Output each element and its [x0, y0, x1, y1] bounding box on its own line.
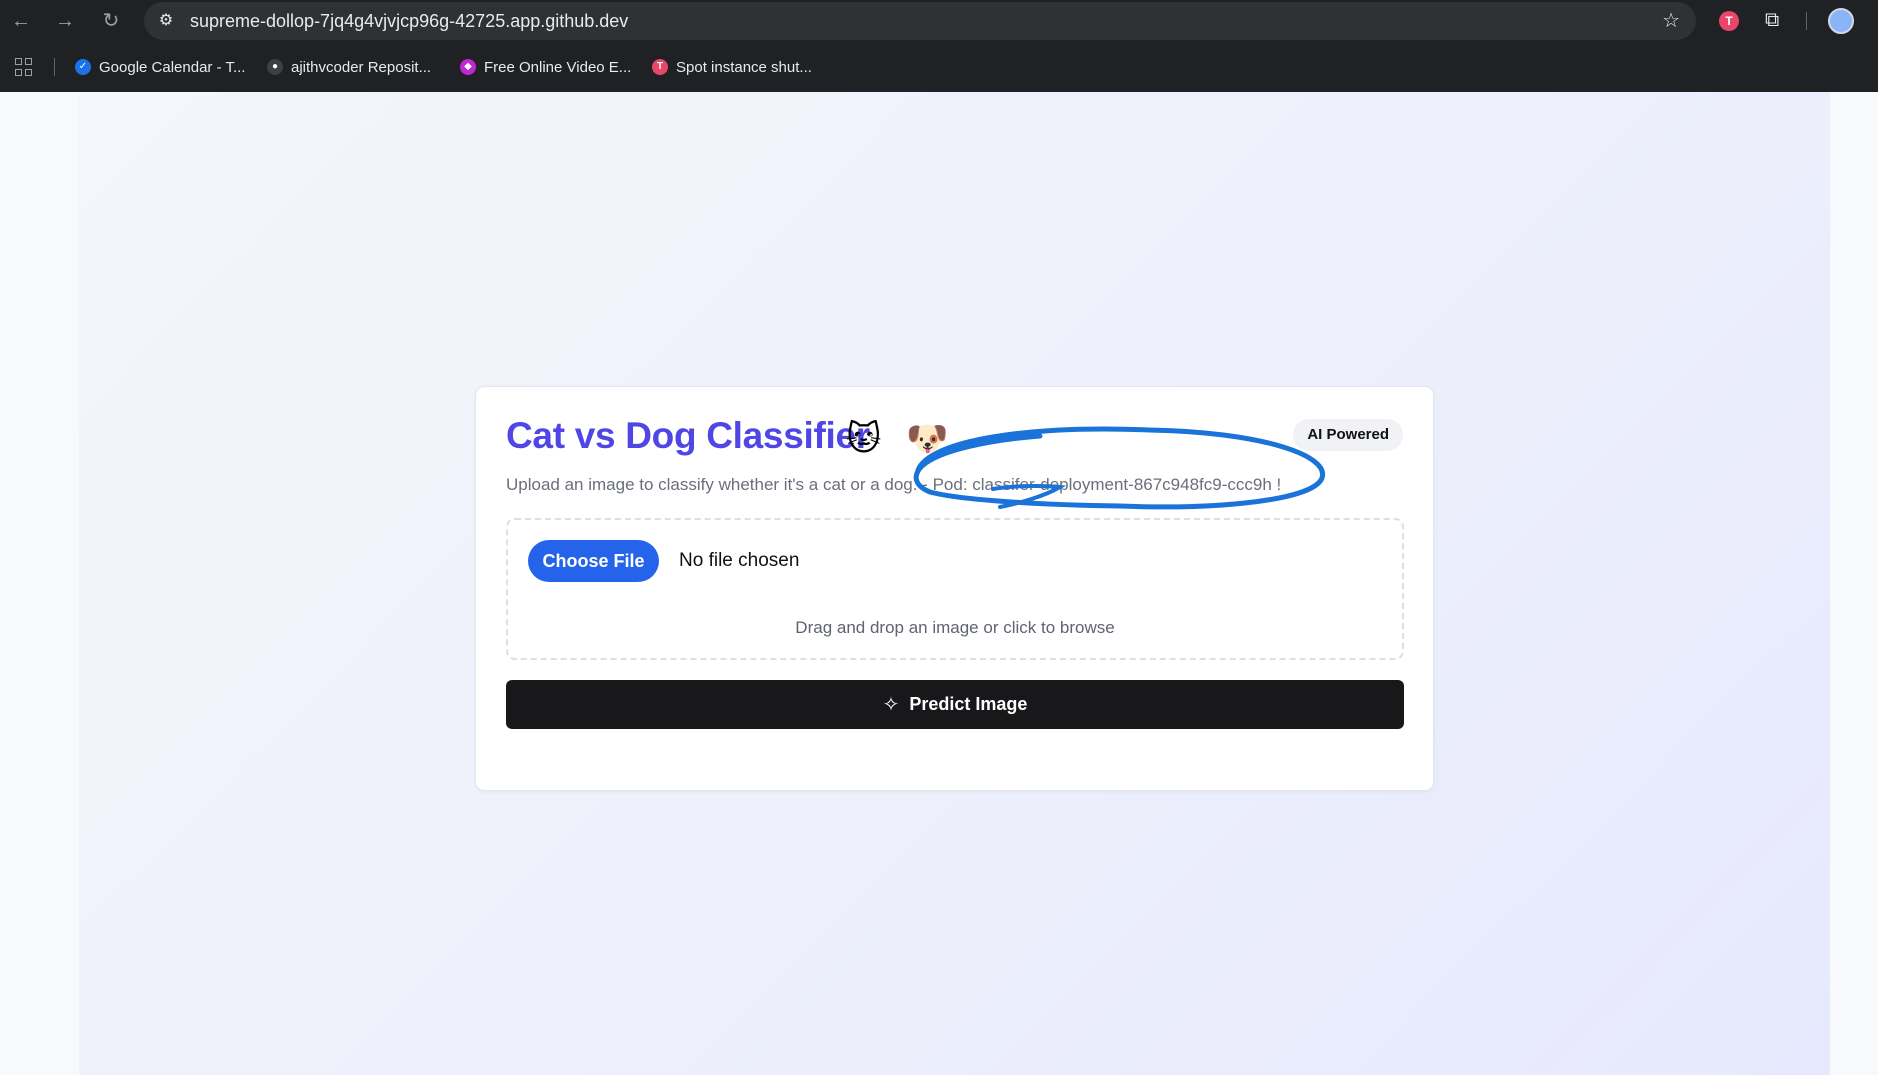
extension-t-icon[interactable]: T — [1719, 11, 1739, 31]
extensions-puzzle-icon[interactable]: ⧉ — [1765, 9, 1779, 31]
page-viewport: Cat vs Dog Classifier 🐱 🐶 AI Powered Upl… — [0, 92, 1878, 1075]
apps-grid-icon[interactable] — [15, 58, 33, 76]
bookmark-star-icon[interactable]: ☆ — [1662, 10, 1680, 32]
sparkle-icon: ✧ — [882, 693, 900, 716]
page-title: Cat vs Dog Classifier — [506, 415, 870, 456]
bookmarks-bar: ✓ Google Calendar - T... ● ajithvcoder R… — [0, 42, 1878, 92]
site-settings-icon[interactable]: ⚙ — [156, 11, 176, 31]
bookmark-label: Google Calendar - T... — [99, 58, 246, 76]
browser-toolbar: ← → ↻ ⚙ supreme-dollop-7jq4g4vjvjcp96g-4… — [0, 0, 1878, 42]
bookmarks-divider — [54, 58, 55, 76]
profile-avatar[interactable] — [1828, 8, 1854, 34]
file-status-text: No file chosen — [679, 550, 800, 571]
back-arrow-icon[interactable]: ← — [9, 9, 33, 33]
predict-image-button[interactable]: ✧ Predict Image — [506, 680, 1404, 729]
bookmark-label: Free Online Video E... — [484, 58, 632, 76]
dog-emoji-icon: 🐶 — [906, 420, 949, 458]
reload-icon[interactable]: ↻ — [99, 9, 123, 33]
url-text[interactable]: supreme-dollop-7jq4g4vjvjcp96g-42725.app… — [190, 11, 628, 31]
page-subtitle: Upload an image to classify whether it's… — [506, 475, 1282, 494]
choose-file-button[interactable]: Choose File — [528, 540, 659, 582]
bookmark-label: ajithvcoder Reposit... — [291, 58, 432, 76]
classifier-card: Cat vs Dog Classifier 🐱 🐶 AI Powered Upl… — [475, 386, 1434, 791]
predict-label: Predict Image — [909, 694, 1028, 714]
bookmark-github-repo[interactable]: ● ajithvcoder Reposit... — [267, 56, 431, 78]
drag-drop-hint: Drag and drop an image or click to brows… — [795, 618, 1115, 637]
bookmark-video-editor[interactable]: ◆ Free Online Video E... — [460, 56, 631, 78]
address-bar[interactable]: ⚙ supreme-dollop-7jq4g4vjvjcp96g-42725.a… — [144, 2, 1696, 40]
cat-emoji-icon: 🐱 — [846, 420, 882, 458]
bookmark-spot-instance[interactable]: T Spot instance shut... — [652, 56, 812, 78]
ai-powered-badge: AI Powered — [1293, 419, 1403, 451]
bookmark-google-calendar[interactable]: ✓ Google Calendar - T... — [75, 56, 245, 78]
t-icon: T — [652, 59, 668, 75]
bookmark-label: Spot instance shut... — [676, 58, 812, 76]
forward-arrow-icon[interactable]: → — [53, 9, 77, 33]
file-dropzone[interactable]: Choose File No file chosen Drag and drop… — [506, 518, 1404, 660]
calendar-icon: ✓ — [75, 59, 91, 75]
github-icon: ● — [267, 59, 283, 75]
toolbar-divider — [1806, 12, 1807, 30]
video-editor-icon: ◆ — [460, 59, 476, 75]
